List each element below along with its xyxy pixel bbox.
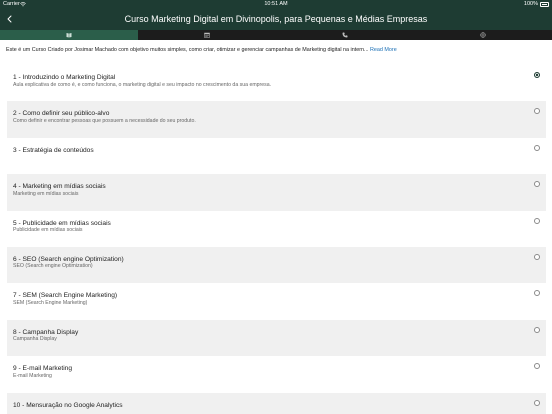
course-description: Este é um Curso Criado por Josimar Macha…	[6, 46, 546, 54]
tab-calendar[interactable]	[138, 30, 276, 40]
calendar-icon	[204, 32, 210, 38]
description-text: Este é um Curso Criado por Josimar Macha…	[6, 47, 371, 53]
lesson-subtitle: Como definir e encontrar pessoas que pos…	[13, 117, 196, 124]
list-item[interactable]: 1 - Introduzindo o Marketing Digital Aula…	[7, 65, 546, 102]
radio-unchecked-icon[interactable]	[534, 326, 540, 333]
tab-lessons[interactable]	[0, 30, 138, 40]
list-item[interactable]: 2 - Como definir seu público-alvo Como de…	[7, 101, 546, 138]
lesson-title: 3 - Estratégia de conteúdos	[13, 146, 94, 154]
list-item[interactable]: 3 - Estratégia de conteúdos	[7, 137, 546, 175]
app-window: Carrier 10:51 AM 100% Curso Marketing Di…	[0, 0, 552, 414]
lesson-subtitle: SEO (Search engine Optimization)	[13, 263, 93, 270]
tab-bar	[0, 30, 552, 40]
lesson-list: 1 - Introduzindo o Marketing Digital Aula…	[7, 65, 546, 414]
radio-unchecked-icon[interactable]	[534, 181, 540, 188]
radio-unchecked-icon[interactable]	[534, 217, 540, 224]
nav-bar: Curso Marketing Digital em Divinopolis, …	[0, 9, 552, 30]
radio-unchecked-icon[interactable]	[534, 290, 540, 297]
radio-unchecked-icon[interactable]	[534, 253, 540, 260]
list-item[interactable]: 6 - SEO (Search engine Optimization) SEO …	[7, 246, 546, 284]
list-item[interactable]: 7 - SEM (Search Engine Marketing) SEM (Se…	[7, 283, 546, 320]
list-item[interactable]: 10 - Mensuração no Google Analytics	[7, 392, 546, 414]
list-item[interactable]: 8 - Campanha Display Campanha Display	[7, 319, 546, 357]
radio-unchecked-icon[interactable]	[534, 363, 540, 370]
lesson-subtitle: Publicidade em mídias sociais	[13, 227, 83, 234]
list-item[interactable]: 9 - E-mail Marketing E-mail Marketing	[7, 356, 546, 393]
lesson-subtitle: Campanha Display	[13, 336, 57, 343]
radio-checked-icon[interactable]	[534, 72, 540, 78]
globe-icon	[480, 32, 486, 38]
lesson-subtitle: SEM (Search Engine Marketing)	[13, 299, 88, 306]
lesson-subtitle: Marketing em mídias sociais	[13, 190, 79, 197]
radio-unchecked-icon[interactable]	[534, 144, 540, 151]
battery-percentage: 100%	[523, 1, 538, 7]
book-icon	[66, 33, 72, 38]
phone-icon	[342, 32, 348, 38]
lesson-title: 10 - Mensuração no Google Analytics	[13, 401, 123, 409]
clock: 10:51 AM	[264, 1, 288, 7]
lesson-subtitle: Aula explicativa de como é, e como funci…	[13, 81, 272, 88]
list-item[interactable]: 4 - Marketing em mídias sociais Marketing…	[7, 174, 546, 211]
radio-unchecked-icon[interactable]	[534, 399, 540, 406]
tab-contact[interactable]	[276, 30, 414, 40]
radio-unchecked-icon[interactable]	[534, 108, 540, 115]
lesson-subtitle: E-mail Marketing	[13, 372, 52, 379]
page-title: Curso Marketing Digital em Divinopolis, …	[124, 14, 428, 24]
battery-icon	[540, 2, 549, 7]
tab-website[interactable]	[414, 30, 552, 40]
list-item[interactable]: 5 - Publicidade em mídias sociais Publici…	[7, 210, 546, 247]
read-more-link[interactable]: Read More	[370, 47, 397, 53]
status-bar: Carrier 10:51 AM 100%	[0, 0, 552, 9]
